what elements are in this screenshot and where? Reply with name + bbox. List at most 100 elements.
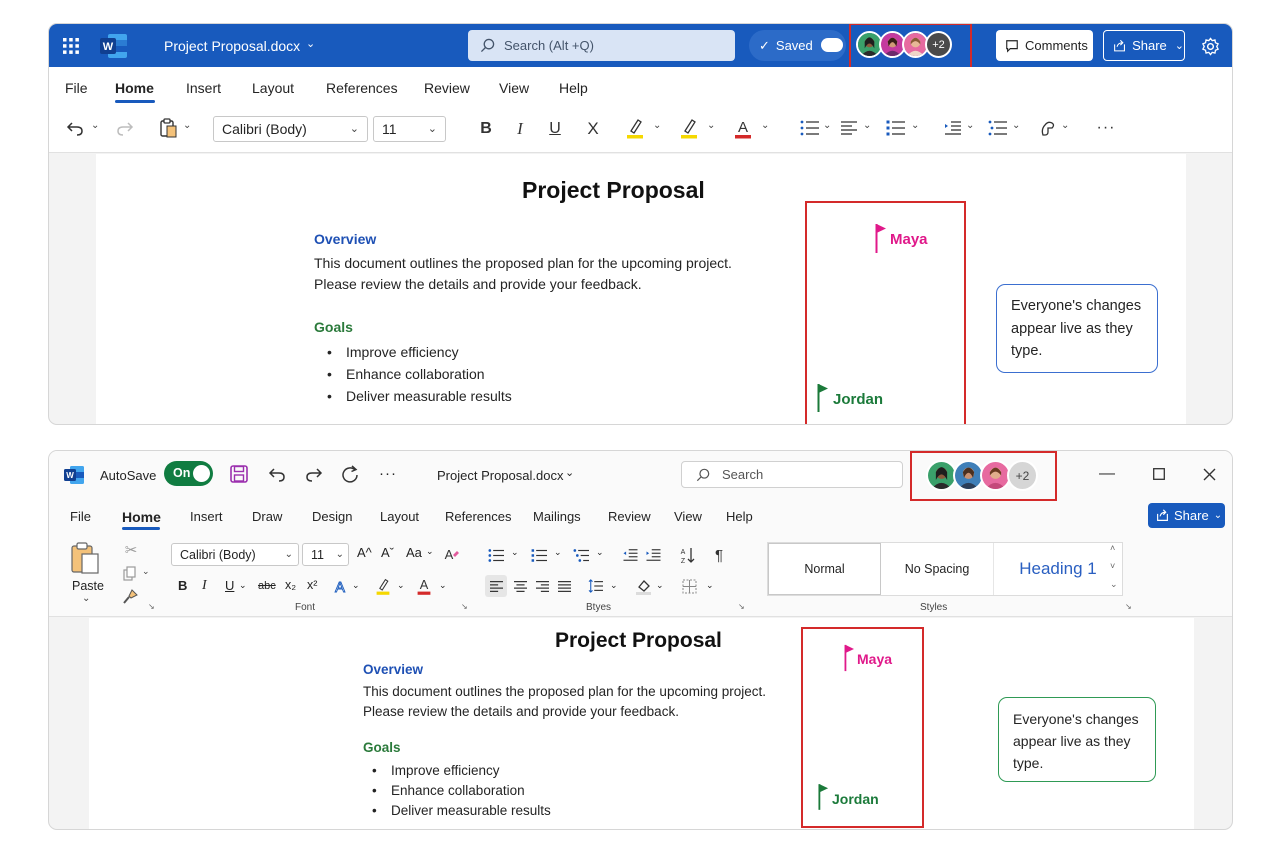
web-font-size-select[interactable]: 11 ⌄	[373, 116, 446, 142]
desktop-share-button[interactable]: Share ⌄	[1148, 503, 1225, 528]
superscript-icon[interactable]: x²	[307, 578, 317, 592]
change-case-chevron-icon[interactable]: ⌄	[426, 546, 434, 557]
paste-icon[interactable]	[68, 540, 102, 576]
font-color-chevron-icon[interactable]: ⌄	[439, 580, 447, 591]
borders-chevron-icon[interactable]: ⌄	[706, 580, 714, 591]
close-icon[interactable]	[1199, 464, 1219, 484]
undo-chevron-icon[interactable]: ⌄	[91, 120, 99, 131]
web-document-page[interactable]: Project Proposal Overview This document …	[96, 154, 1186, 424]
borders-icon[interactable]	[678, 575, 700, 597]
italic-icon[interactable]: I	[509, 117, 531, 141]
tab-view[interactable]: View	[674, 509, 702, 524]
paste-chevron-icon[interactable]: ⌄	[183, 120, 191, 131]
numbered-list-icon[interactable]	[885, 117, 907, 139]
autosave-mini-toggle[interactable]	[821, 38, 843, 52]
tab-draw[interactable]: Draw	[252, 509, 282, 524]
styles-scroll-down-icon[interactable]: ˅	[1110, 561, 1115, 571]
bold-icon[interactable]: B	[178, 578, 187, 593]
font-color-icon[interactable]: A	[731, 115, 755, 141]
multilevel-chevron-icon[interactable]: ⌄	[1012, 120, 1020, 131]
cut-icon[interactable]: ✂	[122, 541, 140, 559]
tab-layout[interactable]: Layout	[252, 80, 294, 96]
styles-more-icon[interactable]: ⌄	[1110, 579, 1118, 590]
paste-chevron-icon[interactable]: ⌄	[82, 593, 90, 604]
bullets-list-icon[interactable]	[799, 117, 821, 139]
align-left-icon[interactable]	[838, 117, 860, 139]
redo-icon[interactable]	[113, 117, 137, 139]
web-share-button[interactable]: Share ⌄	[1103, 30, 1185, 61]
italic-icon[interactable]: I	[202, 578, 207, 594]
text-highlight-icon[interactable]	[677, 115, 701, 141]
tab-review[interactable]: Review	[424, 80, 470, 96]
web-file-name[interactable]: Project Proposal.docx	[164, 38, 300, 54]
comments-button[interactable]: Comments	[996, 30, 1093, 61]
bullets-chevron-icon[interactable]: ⌄	[823, 120, 831, 131]
strikethrough-icon[interactable]: X	[582, 117, 604, 141]
web-search-box[interactable]: Search (Alt +Q)	[468, 30, 735, 61]
tab-insert[interactable]: Insert	[190, 509, 223, 524]
tab-help[interactable]: Help	[559, 80, 588, 96]
sort-icon[interactable]: AZ	[677, 545, 697, 565]
format-painter-icon[interactable]	[121, 587, 139, 605]
desktop-font-size-select[interactable]: 11 ⌄	[302, 543, 349, 566]
underline-icon[interactable]: U	[544, 117, 566, 141]
shrink-font-icon[interactable]: Aˇ	[381, 545, 394, 560]
paste-clipboard-icon[interactable]	[156, 117, 180, 139]
line-spacing-chevron-icon[interactable]: ⌄	[610, 580, 618, 591]
clear-formatting-icon[interactable]: A	[441, 544, 461, 564]
tab-insert[interactable]: Insert	[186, 80, 221, 96]
tab-file[interactable]: File	[65, 80, 88, 96]
align-chevron-icon[interactable]: ⌄	[863, 120, 871, 131]
tab-view[interactable]: View	[499, 80, 529, 96]
paste-label[interactable]: Paste	[72, 579, 104, 593]
text-highlight-chevron-icon[interactable]: ⌄	[707, 120, 715, 131]
web-font-name-select[interactable]: Calibri (Body) ⌄	[213, 116, 368, 142]
strikethrough-icon[interactable]: abc	[258, 580, 276, 592]
indent-icon[interactable]	[942, 117, 964, 139]
highlight-pen-icon[interactable]	[374, 576, 392, 596]
copy-chevron-icon[interactable]: ⌄	[142, 566, 150, 577]
font-color-chevron-icon[interactable]: ⌄	[761, 120, 769, 131]
style-no-spacing[interactable]: No Spacing	[881, 543, 994, 595]
show-formatting-icon[interactable]: ¶	[709, 545, 729, 565]
font-color-icon[interactable]: A	[415, 576, 433, 596]
underline-chevron-icon[interactable]: ⌄	[239, 580, 247, 591]
multilevel-list-icon[interactable]	[571, 546, 591, 564]
desktop-file-name[interactable]: Project Proposal.docx	[437, 468, 563, 483]
tab-home[interactable]: Home	[122, 509, 161, 525]
paragraph-dialog-launcher-icon[interactable]: ↘	[738, 602, 745, 611]
styles-dialog-launcher-icon[interactable]: ↘	[1125, 602, 1132, 611]
highlight-chevron-icon[interactable]: ⌄	[397, 580, 405, 591]
desktop-document-page[interactable]: Project Proposal Overview This document …	[89, 618, 1194, 829]
tab-review[interactable]: Review	[608, 509, 651, 524]
tab-file[interactable]: File	[70, 509, 91, 524]
tab-references[interactable]: References	[445, 509, 511, 524]
line-spacing-icon[interactable]	[585, 575, 607, 597]
numbered-list-icon[interactable]	[529, 546, 549, 564]
tab-layout[interactable]: Layout	[380, 509, 419, 524]
grow-font-icon[interactable]: A^	[357, 545, 372, 560]
bold-icon[interactable]: B	[475, 117, 497, 141]
more-commands-icon[interactable]: ···	[379, 465, 397, 482]
copy-icon[interactable]	[121, 564, 139, 582]
shading-chevron-icon[interactable]: ⌄	[656, 580, 664, 591]
minimize-icon[interactable]: —	[1097, 464, 1117, 484]
tab-home[interactable]: Home	[115, 80, 154, 96]
multilevel-chevron-icon[interactable]: ⌄	[596, 547, 604, 558]
autosave-toggle[interactable]: On	[164, 461, 213, 486]
align-right-icon[interactable]	[531, 575, 553, 597]
style-heading-1[interactable]: Heading 1	[994, 543, 1122, 595]
redo-icon[interactable]	[302, 463, 326, 485]
highlight-pen-icon[interactable]	[623, 115, 647, 141]
style-normal[interactable]: Normal	[768, 543, 881, 595]
highlight-chevron-icon[interactable]: ⌄	[653, 120, 661, 131]
numbered-chevron-icon[interactable]: ⌄	[554, 547, 562, 558]
file-name-chevron-icon[interactable]: ⌄	[565, 466, 574, 479]
multilevel-list-icon[interactable]	[987, 117, 1009, 139]
save-icon[interactable]	[228, 463, 250, 485]
clipboard-dialog-launcher-icon[interactable]: ↘	[148, 602, 155, 611]
styles-icon[interactable]	[1037, 117, 1059, 139]
change-case-icon[interactable]: Aa	[406, 545, 422, 560]
justify-icon[interactable]	[553, 575, 575, 597]
numbered-chevron-icon[interactable]: ⌄	[911, 120, 919, 131]
